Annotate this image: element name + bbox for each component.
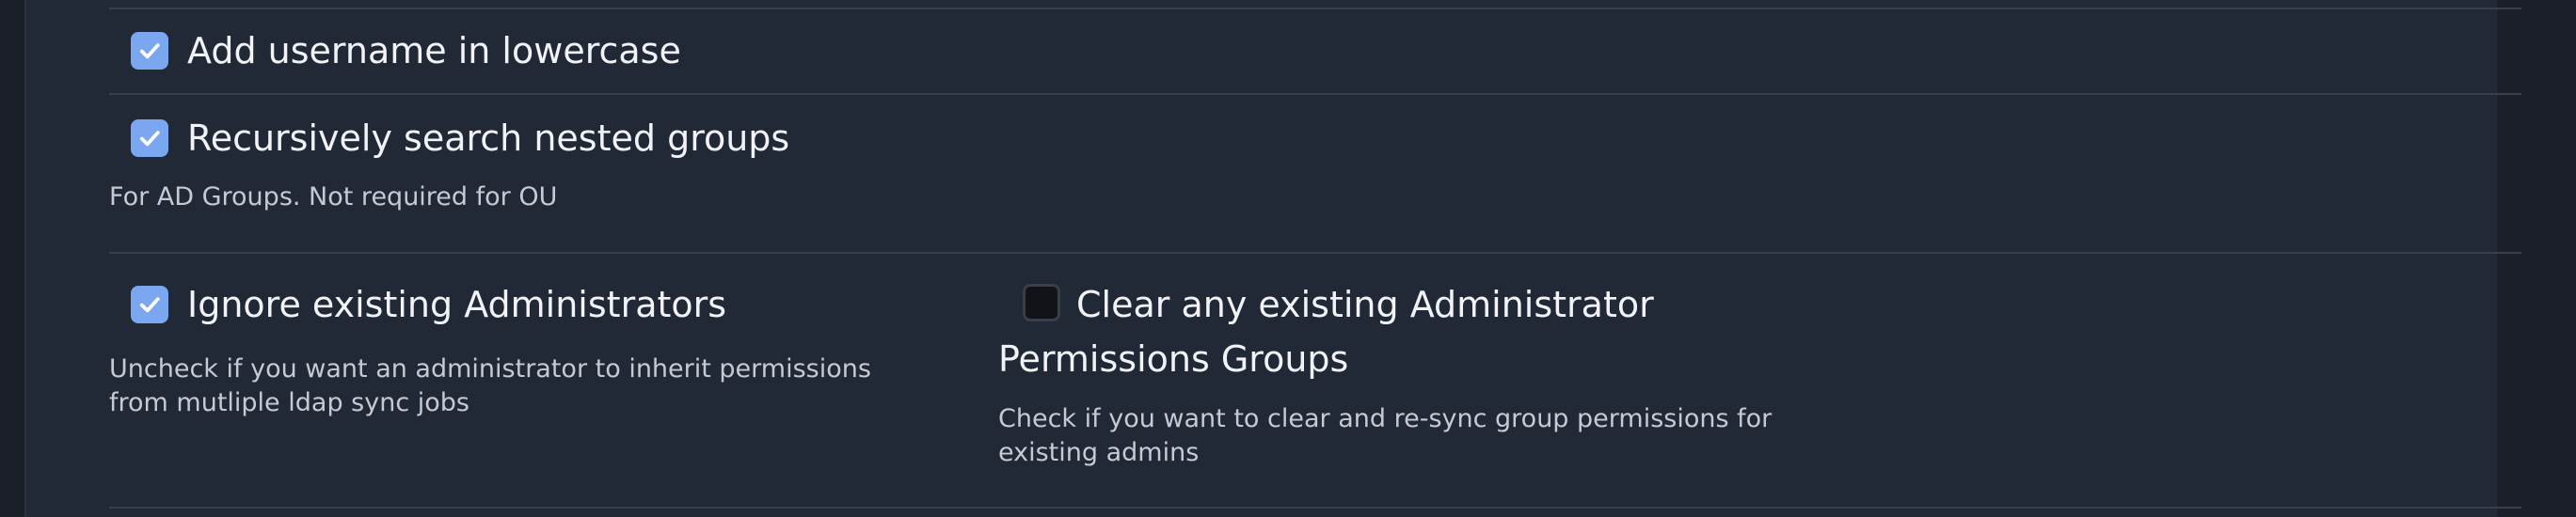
nested-groups-label: Recursively search nested groups bbox=[187, 118, 790, 159]
ignore-admins-checkbox[interactable] bbox=[131, 286, 168, 323]
clear-admin-groups-label: Clear any existing Administrator Permiss… bbox=[998, 284, 1654, 380]
section-divider bbox=[109, 93, 2521, 95]
section-divider bbox=[109, 8, 2521, 9]
ldap-sync-options-panel: Add username in lowercase Recursively se… bbox=[26, 0, 2521, 517]
ignore-admins-help: Uncheck if you want an administrator to … bbox=[109, 354, 871, 417]
left-gutter bbox=[0, 0, 26, 517]
ignore-admins-label: Ignore existing Administrators bbox=[187, 284, 727, 325]
checkmark-icon bbox=[139, 43, 160, 59]
option-lowercase[interactable]: Add username in lowercase bbox=[131, 30, 681, 71]
section-divider bbox=[109, 252, 2521, 254]
checkmark-icon bbox=[139, 131, 160, 147]
option-ignore-admins[interactable]: Ignore existing Administrators bbox=[131, 284, 726, 325]
lowercase-checkbox[interactable] bbox=[131, 32, 168, 70]
nested-groups-help: For AD Groups. Not required for OU bbox=[109, 182, 558, 212]
checkmark-icon bbox=[139, 297, 160, 313]
right-gutter bbox=[2497, 0, 2576, 517]
settings-window: Add username in lowercase Recursively se… bbox=[0, 0, 2576, 517]
nested-groups-checkbox[interactable] bbox=[131, 119, 168, 157]
clear-admin-groups-help: Check if you want to clear and re-sync g… bbox=[998, 404, 1773, 467]
lowercase-label: Add username in lowercase bbox=[187, 30, 681, 71]
section-divider bbox=[109, 507, 2521, 509]
option-nested-groups[interactable]: Recursively search nested groups bbox=[131, 118, 789, 159]
